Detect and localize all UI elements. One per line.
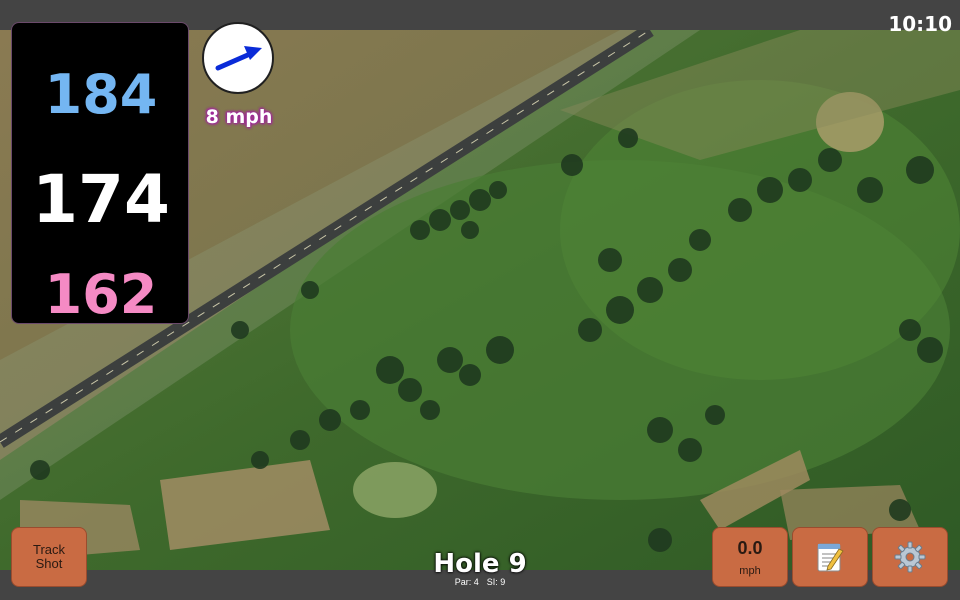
stroke-index-label: SI: 9 [486, 577, 506, 587]
notepad-icon [817, 543, 844, 572]
track-shot-button[interactable]: Track Shot [11, 527, 87, 587]
wind-speed: 8 mph [205, 106, 273, 128]
front-distance: 162 [44, 263, 158, 326]
wind-arrow-icon [215, 46, 262, 71]
speed-unit: mph [739, 564, 761, 577]
hole-meta: Par: 4 SI: 9 [380, 577, 580, 587]
wind-direction-dial [202, 22, 274, 94]
par-label: Par: 4 [454, 577, 479, 587]
back-distance: 184 [44, 63, 158, 126]
status-time: 10:10 [888, 12, 952, 36]
distance-panel: 184 174 162 [11, 22, 189, 326]
speed-button[interactable]: 0.0 mph [712, 527, 788, 587]
scorecard-notes-button[interactable] [792, 527, 868, 587]
settings-button[interactable] [872, 527, 948, 587]
speed-value: 0.0 [737, 537, 763, 558]
hole-title: Hole 9 [433, 549, 527, 579]
track-shot-label: Track Shot [32, 542, 66, 571]
gear-icon [894, 541, 926, 573]
middle-distance: 174 [32, 161, 170, 238]
